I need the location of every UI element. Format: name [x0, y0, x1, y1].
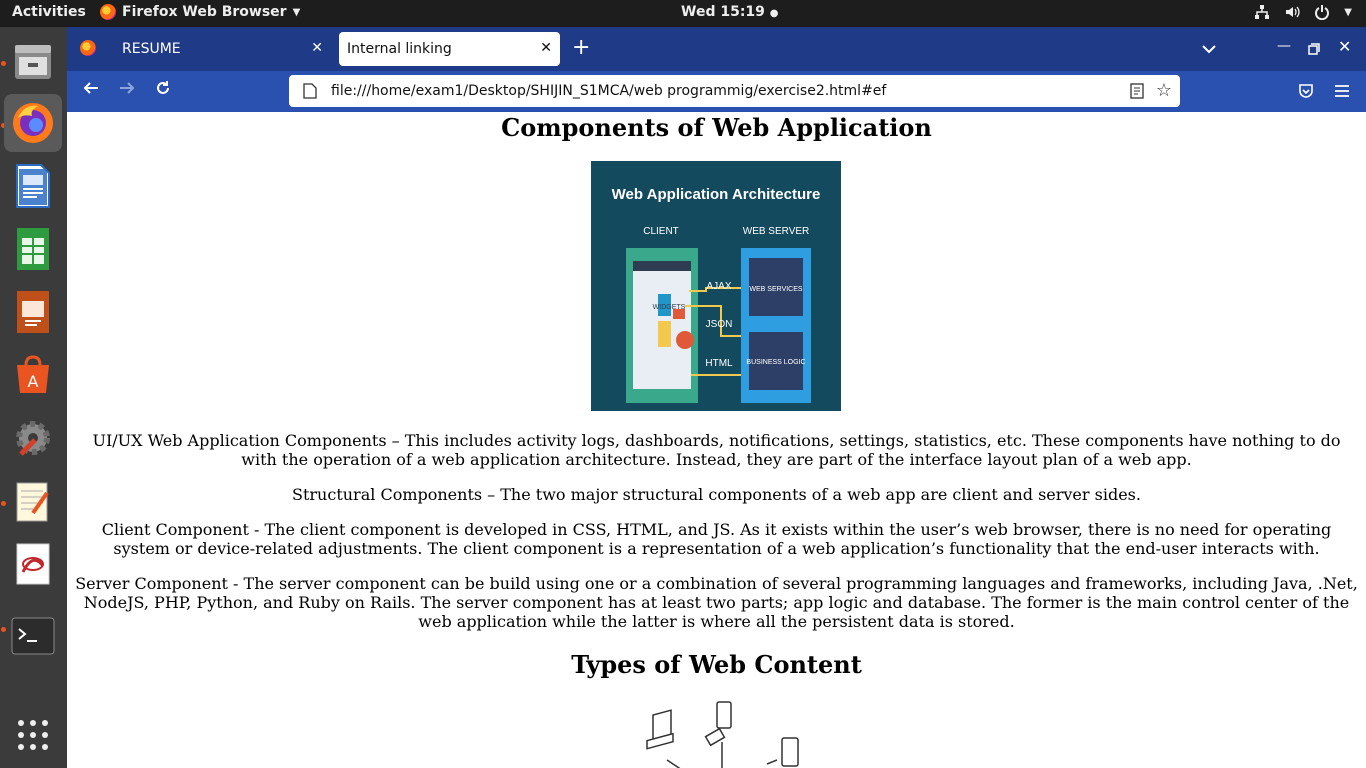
page-icon	[303, 83, 317, 99]
image-json-label: JSON	[706, 319, 733, 330]
dock-writer[interactable]	[4, 157, 62, 215]
writer-icon	[16, 164, 50, 208]
image-client-label: CLIENT	[643, 226, 679, 237]
dock-software[interactable]: A	[4, 346, 62, 404]
file-manager-icon	[15, 45, 51, 79]
dock-impress[interactable]	[4, 283, 62, 341]
heading-types: Types of Web Content	[571, 650, 862, 679]
reader-view-icon[interactable]	[1130, 83, 1144, 103]
image-business-logic-label: BUSINESS LOGIC	[746, 359, 805, 366]
new-tab-button[interactable]: +	[572, 36, 590, 60]
dock: A	[0, 27, 67, 768]
pocket-icon	[1299, 84, 1313, 98]
bookmark-star-icon[interactable]: ☆	[1156, 80, 1172, 101]
dock-firefox[interactable]	[4, 94, 62, 152]
arrow-right-icon	[120, 82, 135, 94]
arrow-left-icon	[83, 82, 98, 94]
firefox-icon	[100, 4, 116, 20]
app-menu-label: Firefox Web Browser	[122, 4, 287, 20]
back-button[interactable]	[83, 80, 99, 101]
tab-label: RESUME	[122, 41, 181, 57]
web-architecture-image: Web Application Architecture CLIENT WEB …	[591, 161, 841, 411]
reload-icon	[157, 81, 169, 94]
svg-text:A: A	[28, 372, 39, 391]
image-html-label: HTML	[705, 358, 733, 369]
image-title: Web Application Architecture	[612, 186, 821, 203]
app-menu[interactable]: Firefox Web Browser ▼	[100, 4, 300, 20]
calc-icon	[17, 228, 49, 270]
impress-icon	[17, 291, 49, 333]
pocket-button[interactable]	[1298, 83, 1314, 103]
software-icon: A	[17, 355, 49, 393]
network-icon	[1255, 5, 1270, 19]
dock-file-manager[interactable]	[4, 32, 62, 90]
reload-button[interactable]	[155, 80, 171, 101]
url-bar[interactable]: file:///home/exam1/Desktop/SHIJIN_S1MCA/…	[289, 75, 1180, 107]
list-all-tabs-button[interactable]	[1202, 39, 1216, 58]
paragraph-structural: Structural Components – The two major st…	[292, 485, 1141, 504]
dock-settings[interactable]	[4, 409, 62, 467]
chevron-down-icon: ▼	[292, 6, 301, 18]
dock-calc[interactable]	[4, 220, 62, 278]
image-server-label: WEB SERVER	[743, 226, 810, 237]
text-editor-icon	[16, 482, 49, 522]
chevron-down-icon	[1202, 45, 1216, 54]
clock-label: Wed 15:19	[681, 4, 765, 20]
image-widgets-label: WIDGETS	[653, 304, 686, 311]
restore-button[interactable]	[1308, 40, 1320, 59]
dock-text-editor[interactable]	[4, 472, 62, 530]
firefox-icon	[13, 103, 53, 143]
document-viewer-icon	[16, 543, 50, 585]
tab-label: Internal linking	[347, 41, 452, 57]
firefox-view-icon[interactable]	[80, 40, 96, 60]
power-icon	[1315, 5, 1330, 20]
restore-icon	[1308, 43, 1320, 55]
close-tab-icon[interactable]: ✕	[540, 40, 552, 56]
close-tab-icon[interactable]: ✕	[311, 40, 323, 56]
settings-icon	[16, 421, 50, 456]
paragraph-uiux: UI/UX Web Application Components – This …	[92, 431, 1341, 469]
tab-internal-linking[interactable]: Internal linking ✕	[339, 32, 560, 66]
image-ajax-label: AJAX	[706, 281, 731, 292]
dock-app-grid[interactable]	[4, 706, 62, 764]
terminal-icon	[11, 617, 55, 655]
tab-resume[interactable]: RESUME ✕	[109, 32, 331, 66]
menu-button[interactable]	[1335, 83, 1349, 102]
nav-bar: file:///home/exam1/Desktop/SHIJIN_S1MCA/…	[67, 71, 1366, 112]
url-text[interactable]: file:///home/exam1/Desktop/SHIJIN_S1MCA/…	[331, 83, 886, 99]
image-web-services-label: WEB SERVICES	[749, 286, 802, 293]
minimize-button[interactable]: —	[1277, 38, 1291, 54]
dock-document-viewer[interactable]	[4, 535, 62, 593]
tab-bar: RESUME ✕ Internal linking ✕ + — ✕	[67, 27, 1366, 71]
paragraph-server: Server Component - The server component …	[75, 574, 1358, 631]
dock-terminal[interactable]	[4, 607, 62, 665]
web-content-network-image	[646, 701, 799, 768]
close-window-button[interactable]: ✕	[1338, 37, 1351, 56]
clock[interactable]: Wed 15:19 ●	[681, 4, 779, 20]
hamburger-menu-icon	[1335, 85, 1349, 97]
chevron-down-icon: ▼	[1344, 6, 1352, 18]
system-tray[interactable]: ▼	[1254, 4, 1352, 20]
paragraph-client: Client Component - The client component …	[101, 520, 1332, 558]
page-content: Components of Web Application Web Applic…	[67, 112, 1366, 768]
volume-icon	[1286, 6, 1300, 18]
forward-button[interactable]	[119, 80, 135, 101]
system-top-bar: Activities Firefox Web Browser ▼ Wed 15:…	[0, 0, 1366, 27]
activities-button[interactable]: Activities	[12, 4, 86, 20]
app-grid-icon	[18, 720, 48, 750]
heading-components: Components of Web Application	[501, 113, 932, 142]
notification-dot-icon: ●	[769, 8, 779, 19]
